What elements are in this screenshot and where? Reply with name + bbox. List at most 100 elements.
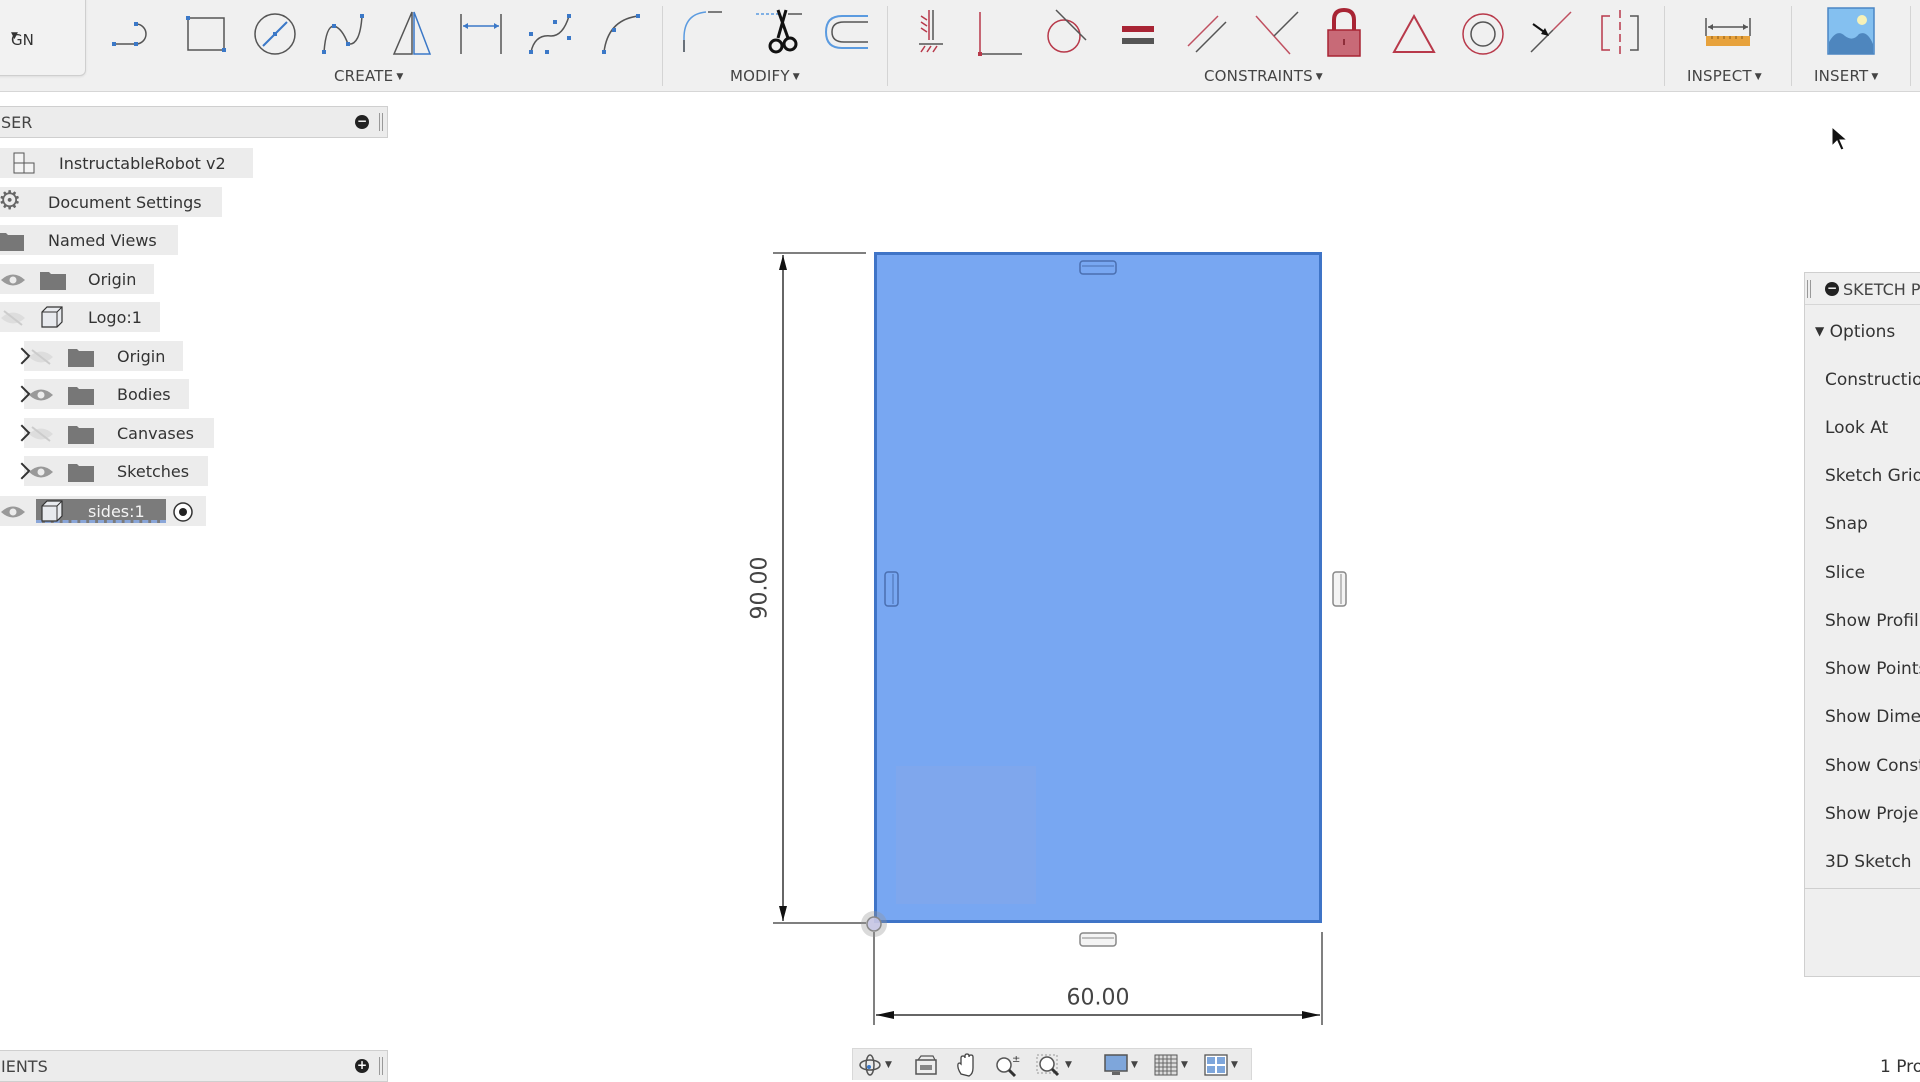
tangent-icon[interactable] [1038, 6, 1094, 58]
body-icon [41, 306, 63, 328]
toolbar-divider [1791, 6, 1792, 86]
collapse-panel-icon[interactable]: − [355, 115, 369, 129]
fix-icon[interactable] [1316, 6, 1372, 58]
palette-option-snap[interactable]: Snap [1825, 514, 1868, 534]
toolbar-divider [1664, 6, 1665, 86]
insert-image-icon[interactable] [1823, 6, 1879, 58]
folder-icon [68, 387, 94, 405]
parallel-icon[interactable] [1180, 6, 1236, 58]
comments-panel-header: IENTS + [0, 1050, 388, 1082]
arc-icon[interactable] [592, 6, 648, 58]
tree-item-logo[interactable]: Logo:1 [0, 302, 160, 332]
browser-title: SER [1, 113, 33, 132]
height-dimension-value[interactable]: 90.00 [748, 557, 773, 620]
activate-radio-icon[interactable] [172, 501, 194, 523]
pan-button[interactable] [953, 1051, 979, 1079]
grid-settings-button[interactable]: ▼ [1153, 1051, 1188, 1079]
tree-item-label: Logo:1 [88, 307, 142, 327]
equal-icon[interactable] [1110, 6, 1166, 58]
panel-grip-handle[interactable] [379, 113, 383, 131]
gear-icon: ⚙ [0, 186, 22, 216]
fillet-icon[interactable] [676, 6, 732, 58]
constraints-menu[interactable]: CONSTRAINTS ▼ [1204, 67, 1323, 85]
toolbar: GN ▼ CREATE ▼ MODIFY ▼ CONSTRAINTS ▼ INS… [0, 0, 1920, 92]
palette-option-show-constraints[interactable]: Show Const [1825, 756, 1920, 776]
eye-hidden-icon[interactable] [28, 349, 54, 365]
arrow-left-icon [876, 1011, 894, 1019]
horizontal-constraint-icon-bottom [1079, 932, 1117, 947]
palette-option-look-at[interactable]: Look At [1825, 418, 1888, 438]
folder-icon [68, 464, 94, 482]
dimension-icon[interactable] [453, 6, 509, 58]
eye-icon[interactable] [0, 272, 26, 288]
collinear-icon[interactable] [1523, 6, 1579, 58]
coincident-icon[interactable] [972, 6, 1028, 58]
tree-item-root-component[interactable]: InstructableRobot v2 [0, 148, 253, 178]
width-dimension-value[interactable]: 60.00 [1067, 986, 1130, 1011]
perpendicular-icon[interactable] [1248, 6, 1304, 58]
options-section-toggle[interactable]: ▼ Options [1815, 322, 1895, 342]
trim-icon[interactable] [752, 6, 808, 58]
concentric-icon[interactable] [1455, 6, 1511, 58]
svg-text:±: ± [1012, 1054, 1020, 1065]
tree-item-canvases[interactable]: Canvases [13, 418, 214, 448]
spline-icon[interactable] [316, 6, 372, 58]
height-dimension [773, 252, 866, 924]
tree-item-bodies[interactable]: Bodies [13, 379, 189, 409]
inspect-menu[interactable]: INSPECT ▼ [1687, 67, 1762, 85]
mirror-icon[interactable] [384, 6, 440, 58]
rectangle-icon[interactable] [178, 6, 234, 58]
tree-item-label: Origin [117, 346, 166, 366]
mouse-cursor-icon [1831, 126, 1849, 151]
palette-option-show-profile[interactable]: Show Profil [1825, 611, 1919, 631]
panel-grip-handle[interactable] [379, 1057, 383, 1075]
tree-item-label: Sketches [117, 461, 190, 481]
midpoint-icon[interactable] [1386, 6, 1442, 58]
tree-item-sides-active[interactable]: sides:1 [0, 496, 206, 526]
palette-option-show-dimensions[interactable]: Show Dime [1825, 707, 1920, 727]
modify-menu[interactable]: MODIFY ▼ [730, 67, 800, 85]
tree-item-origin[interactable]: Origin [0, 264, 154, 294]
collapse-panel-icon[interactable]: − [1825, 282, 1839, 296]
eye-icon[interactable] [28, 387, 54, 403]
palette-option-show-projected[interactable]: Show Proje [1825, 804, 1918, 824]
viewports-button[interactable]: ▼ [1203, 1051, 1238, 1079]
tree-item-document-settings[interactable]: ⚙ Document Settings [0, 187, 222, 217]
tree-item-label: sides:1 [88, 501, 145, 521]
circle-icon[interactable] [247, 6, 303, 58]
look-at-button[interactable] [913, 1051, 939, 1079]
workspace-switcher[interactable]: GN ▼ [0, 0, 86, 76]
eye-hidden-icon[interactable] [0, 310, 26, 326]
palette-option-construction[interactable]: Constructio [1825, 370, 1920, 390]
horizontal-vertical-icon[interactable] [903, 6, 959, 58]
add-comment-icon[interactable]: + [355, 1059, 369, 1073]
toolbar-divider [1910, 6, 1911, 86]
arrow-up-icon [779, 255, 787, 270]
profile-shadow [896, 766, 1036, 904]
fit-button[interactable]: ▼ [1035, 1051, 1072, 1079]
symmetry-icon[interactable] [1592, 6, 1648, 58]
tree-item-named-views[interactable]: Named Views [0, 225, 178, 255]
measure-icon[interactable] [1700, 6, 1756, 58]
palette-option-sketch-grid[interactable]: Sketch Grid [1825, 466, 1920, 486]
create-menu[interactable]: CREATE ▼ [334, 67, 403, 85]
insert-menu[interactable]: INSERT ▼ [1814, 67, 1878, 85]
palette-option-show-points[interactable]: Show Points [1825, 659, 1920, 679]
palette-option-3d-sketch[interactable]: 3D Sketch [1825, 852, 1912, 872]
panel-grip-handle[interactable] [1807, 280, 1811, 298]
tree-item-logo-origin[interactable]: Origin [13, 341, 183, 371]
look-at-icon [915, 1055, 937, 1075]
tree-item-sketches[interactable]: Sketches [13, 456, 208, 486]
eye-icon[interactable] [28, 464, 54, 480]
offset-icon[interactable] [818, 6, 874, 58]
orbit-button[interactable]: ▼ [857, 1051, 892, 1079]
display-settings-button[interactable]: ▼ [1103, 1051, 1138, 1079]
palette-option-slice[interactable]: Slice [1825, 563, 1865, 583]
chevron-down-icon: ▼ [1181, 1060, 1188, 1070]
zoom-button[interactable]: ± [993, 1051, 1021, 1079]
eye-icon[interactable] [0, 504, 26, 520]
tree-item-label: Origin [88, 269, 137, 289]
line-icon[interactable] [108, 6, 164, 58]
eye-hidden-icon[interactable] [28, 426, 54, 442]
fit-spline-icon[interactable] [523, 6, 579, 58]
